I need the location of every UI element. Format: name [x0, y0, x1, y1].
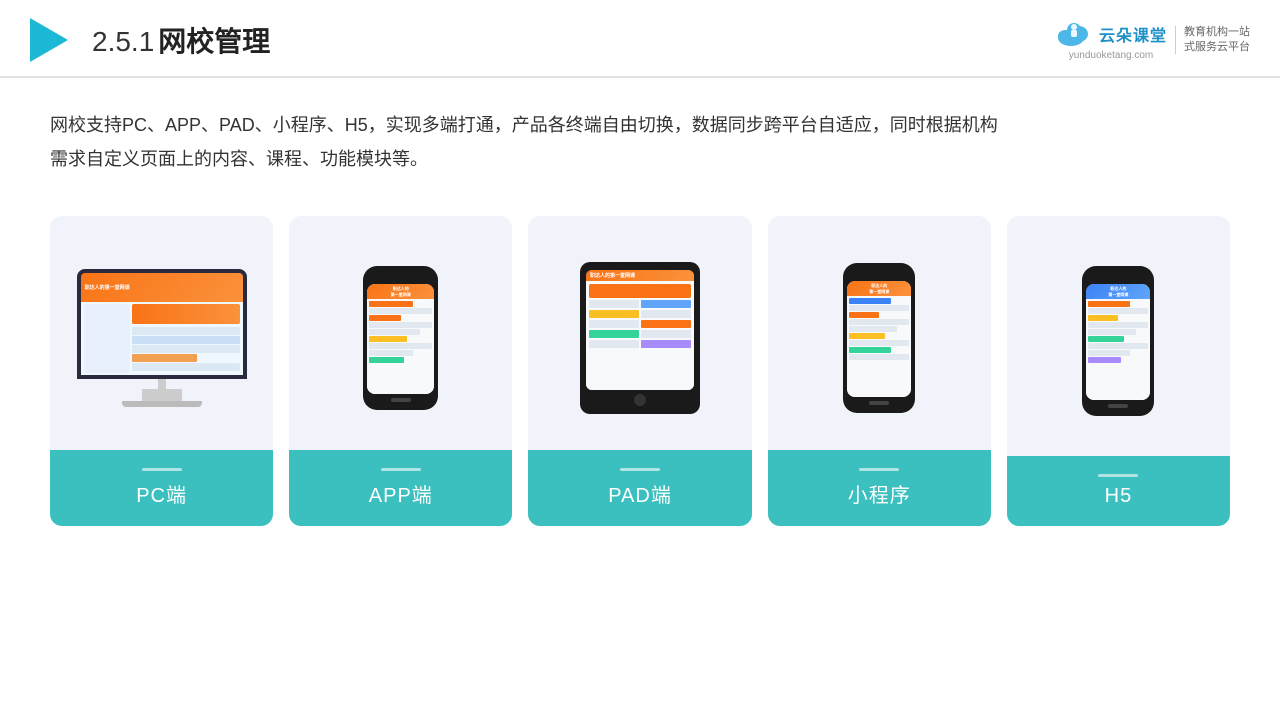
phone-mockup-app: 职达人的第一堂网课 [363, 266, 438, 410]
card-divider-5 [1098, 474, 1138, 477]
card-h5-label: H5 [1007, 456, 1230, 526]
phone-home-btn [391, 398, 411, 402]
card-pc-label: PC端 [50, 450, 273, 526]
card-h5: 职达人的第一堂网课 [1007, 216, 1230, 526]
phone-home-btn-3 [1108, 404, 1128, 408]
header-left: 2.5.1网校管理 [30, 18, 270, 62]
title-number: 2.5.1 [92, 26, 154, 57]
title-text: 网校管理 [158, 26, 270, 57]
logo-cloud: 云朵课堂 [1055, 20, 1167, 48]
card-miniapp-label: 小程序 [768, 450, 991, 526]
card-pad-image: 职达人的第一堂网课 [528, 216, 751, 450]
cards-container: 职达人的第一堂网课 [0, 186, 1280, 546]
card-pad-label: PAD端 [528, 450, 751, 526]
card-divider [142, 468, 182, 471]
description: 网校支持PC、APP、PAD、小程序、H5，实现多端打通，产品各终端自由切换，数… [0, 78, 1280, 186]
phone-screen-3: 职达人的第一堂网课 [1086, 284, 1150, 400]
card-app: 职达人的第一堂网课 [289, 216, 512, 526]
header: 2.5.1网校管理 云朵课堂 yunduoketang.com [0, 0, 1280, 78]
logo-subtitle: 教育机构一站 式服务云平台 [1184, 25, 1250, 56]
logo-divider [1175, 26, 1176, 54]
phone-screen-2: 职达人的第一堂网课 [847, 281, 911, 397]
phone-notch-3 [1106, 274, 1130, 280]
card-divider-4 [859, 468, 899, 471]
card-miniapp: 职达人的第一堂网课 [768, 216, 991, 526]
logo-url: yunduoketang.com [1069, 50, 1154, 61]
play-icon [30, 18, 68, 62]
tablet-screen: 职达人的第一堂网课 [586, 270, 694, 390]
phone-home-btn-2 [869, 401, 889, 405]
phone-screen: 职达人的第一堂网课 [367, 284, 434, 394]
desc-line2: 需求自定义页面上的内容、课程、功能模块等。 [50, 142, 1230, 176]
card-divider-2 [381, 468, 421, 471]
phone-notch-2 [867, 271, 891, 277]
phone-mockup-h5: 职达人的第一堂网课 [1082, 266, 1154, 416]
phone-mockup-miniapp: 职达人的第一堂网课 [843, 263, 915, 413]
cloud-icon [1055, 20, 1093, 48]
card-app-label: APP端 [289, 450, 512, 526]
card-pc: 职达人的第一堂网课 [50, 216, 273, 526]
phone-notch [389, 274, 413, 280]
tablet-mockup: 职达人的第一堂网课 [580, 262, 700, 414]
page-title: 2.5.1网校管理 [92, 20, 270, 60]
logo-text: 云朵课堂 [1099, 22, 1167, 46]
tablet-home-btn [634, 394, 646, 406]
card-pc-image: 职达人的第一堂网课 [50, 216, 273, 450]
logo-inner: 云朵课堂 yunduoketang.com [1055, 20, 1167, 61]
desc-line1: 网校支持PC、APP、PAD、小程序、H5，实现多端打通，产品各终端自由切换，数… [50, 108, 1230, 142]
card-miniapp-image: 职达人的第一堂网课 [768, 216, 991, 450]
pc-monitor-mockup: 职达人的第一堂网课 [77, 269, 247, 407]
card-pad: 职达人的第一堂网课 [528, 216, 751, 526]
logo-area: 云朵课堂 yunduoketang.com 教育机构一站 式服务云平台 [1055, 20, 1250, 61]
card-h5-image: 职达人的第一堂网课 [1007, 216, 1230, 456]
card-app-image: 职达人的第一堂网课 [289, 216, 512, 450]
card-divider-3 [620, 468, 660, 471]
